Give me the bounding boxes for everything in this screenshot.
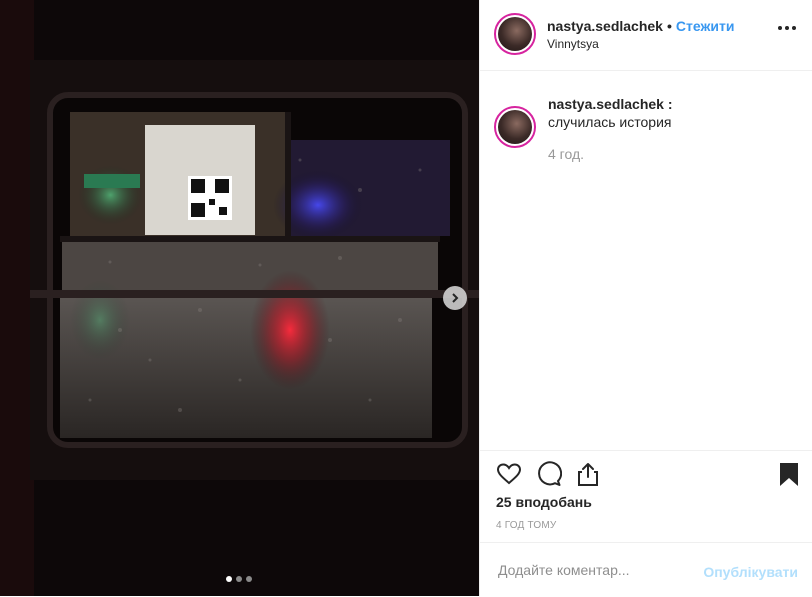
add-comment-section: Опублікувати — [480, 542, 812, 597]
likes-count[interactable]: 25 вподобань — [496, 494, 592, 510]
caption-text: случилась история — [548, 114, 672, 130]
post-timestamp[interactable]: 4 ГОД ТОМУ — [496, 520, 556, 531]
rainy-window-image — [0, 0, 479, 596]
follow-button[interactable]: Стежити — [676, 18, 735, 34]
post-header: nastya.sedlachek • Стежити Vinnytsya — [480, 0, 812, 71]
avatar[interactable] — [494, 106, 536, 148]
share-icon[interactable] — [575, 461, 601, 487]
carousel-dot — [246, 576, 252, 582]
location-link[interactable]: Vinnytsya — [547, 37, 599, 51]
publish-button[interactable]: Опублікувати — [703, 564, 798, 580]
caption-time[interactable]: 4 год. — [548, 146, 584, 162]
separator-dot: • — [666, 18, 672, 34]
bookmark-icon[interactable] — [776, 461, 802, 487]
post-details-panel: nastya.sedlachek • Стежити Vinnytsya nasty… — [479, 0, 812, 596]
post-photo[interactable] — [0, 0, 479, 596]
carousel-indicator — [226, 576, 252, 582]
chevron-right-icon — [452, 293, 459, 303]
comment-icon[interactable] — [536, 461, 562, 487]
more-options-icon[interactable] — [778, 26, 796, 30]
caption-username[interactable]: nastya.sedlachek : — [548, 96, 673, 112]
username-link[interactable]: nastya.sedlachek — [547, 18, 663, 34]
avatar[interactable] — [494, 13, 536, 55]
carousel-dot — [236, 576, 242, 582]
comment-input[interactable] — [496, 557, 700, 583]
carousel-next-button[interactable] — [443, 286, 467, 310]
heart-icon[interactable] — [496, 461, 522, 487]
carousel-dot-active — [226, 576, 232, 582]
action-bar — [480, 450, 812, 497]
